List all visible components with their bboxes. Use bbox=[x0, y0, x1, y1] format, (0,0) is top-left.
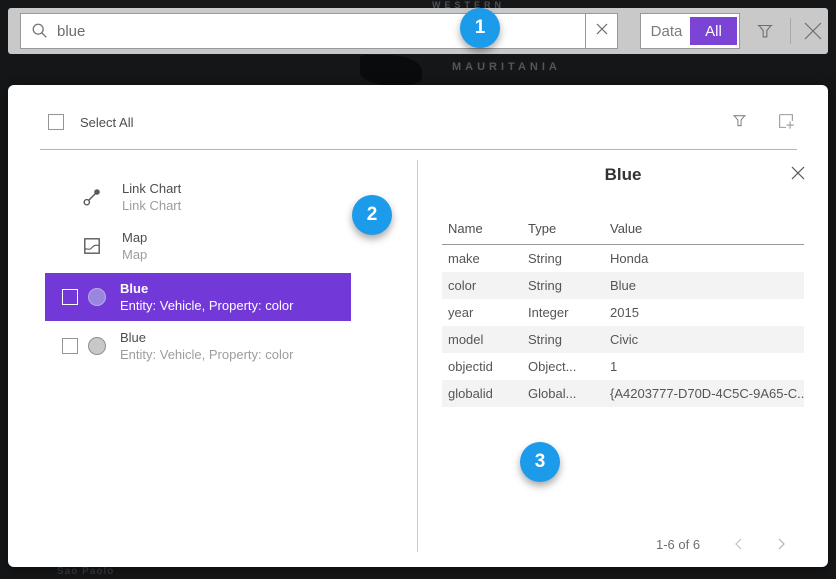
table-row: year Integer 2015 bbox=[442, 299, 804, 326]
table-row: model String Civic bbox=[442, 326, 804, 353]
result-text: Map Map bbox=[122, 229, 147, 263]
table-row: globalid Global... {A4203777-D70D-4C5C-9… bbox=[442, 380, 804, 407]
result-subtitle: Entity: Vehicle, Property: color bbox=[120, 297, 293, 314]
cell-type: Global... bbox=[522, 380, 604, 407]
result-subtitle: Link Chart bbox=[122, 197, 181, 214]
map-label-sao-paolo: Sao Paolo bbox=[57, 566, 114, 577]
cell-type: String bbox=[522, 326, 604, 353]
search-input[interactable] bbox=[57, 23, 585, 40]
pagination-next-button[interactable] bbox=[774, 537, 788, 556]
result-item-link-chart[interactable]: Link Chart Link Chart bbox=[45, 173, 351, 221]
toggle-option-data[interactable]: Data bbox=[643, 17, 690, 45]
result-subtitle: Map bbox=[122, 246, 147, 263]
cell-name: objectid bbox=[442, 353, 522, 380]
close-icon bbox=[790, 168, 806, 185]
annotation-badge-3: 3 bbox=[520, 442, 560, 482]
select-all-checkbox[interactable] bbox=[48, 114, 64, 130]
entity-dot-icon bbox=[88, 337, 106, 355]
result-title: Blue bbox=[120, 280, 293, 297]
entity-dot-icon bbox=[88, 288, 106, 306]
cell-type: String bbox=[522, 272, 604, 299]
cell-name: globalid bbox=[442, 380, 522, 407]
map-icon bbox=[82, 236, 102, 256]
result-title: Map bbox=[122, 229, 147, 246]
result-text: Blue Entity: Vehicle, Property: color bbox=[120, 280, 293, 314]
results-panel: Select All Link Chart Link Chart bbox=[8, 85, 828, 567]
map-label-mauritania: MAURITANIA bbox=[452, 61, 561, 73]
cell-value: 1 bbox=[604, 353, 804, 380]
table-header-row: Name Type Value bbox=[442, 213, 804, 245]
result-checkbox[interactable] bbox=[62, 338, 78, 354]
column-header-value: Value bbox=[604, 213, 804, 245]
cell-name: year bbox=[442, 299, 522, 326]
annotation-badge-1: 1 bbox=[460, 8, 500, 48]
toolbar-filter-button[interactable] bbox=[754, 20, 776, 47]
pagination-label: 1-6 of 6 bbox=[656, 537, 700, 552]
toggle-option-all[interactable]: All bbox=[690, 17, 737, 45]
column-header-type: Type bbox=[522, 213, 604, 245]
table-row: color String Blue bbox=[442, 272, 804, 299]
cell-value: Honda bbox=[604, 245, 804, 273]
annotation-badge-2: 2 bbox=[352, 195, 392, 235]
result-subtitle: Entity: Vehicle, Property: color bbox=[120, 346, 293, 363]
result-checkbox[interactable] bbox=[62, 289, 78, 305]
select-all-label: Select All bbox=[80, 115, 133, 130]
result-text: Blue Entity: Vehicle, Property: color bbox=[120, 329, 293, 363]
search-icon bbox=[31, 22, 49, 40]
table-row: objectid Object... 1 bbox=[442, 353, 804, 380]
detail-title: Blue bbox=[418, 165, 828, 185]
cell-type: String bbox=[522, 245, 604, 273]
cell-value: Civic bbox=[604, 326, 804, 353]
filter-icon bbox=[754, 29, 776, 46]
cell-value: 2015 bbox=[604, 299, 804, 326]
chevron-right-icon bbox=[774, 538, 788, 555]
pagination-prev-button[interactable] bbox=[732, 537, 746, 556]
close-icon bbox=[802, 29, 824, 46]
close-search-button[interactable] bbox=[802, 20, 824, 47]
map-landmass bbox=[360, 55, 422, 85]
cell-type: Integer bbox=[522, 299, 604, 326]
result-item-blue-selected[interactable]: Blue Entity: Vehicle, Property: color bbox=[45, 273, 351, 321]
cell-value: Blue bbox=[604, 272, 804, 299]
result-title: Link Chart bbox=[122, 180, 181, 197]
cell-type: Object... bbox=[522, 353, 604, 380]
result-text: Link Chart Link Chart bbox=[122, 180, 181, 214]
result-title: Blue bbox=[120, 329, 293, 346]
chevron-left-icon bbox=[732, 538, 746, 555]
clear-search-button[interactable] bbox=[585, 14, 617, 48]
cell-name: make bbox=[442, 245, 522, 273]
result-item-map[interactable]: Map Map bbox=[45, 222, 351, 270]
link-chart-icon bbox=[82, 187, 102, 207]
data-all-toggle: Data All bbox=[640, 13, 740, 49]
table-row: make String Honda bbox=[442, 245, 804, 273]
result-item-blue[interactable]: Blue Entity: Vehicle, Property: color bbox=[45, 322, 351, 370]
search-toolbar: Data All bbox=[8, 8, 828, 54]
app-window: WESTERN MAURITANIA Sao Paolo Data All bbox=[0, 0, 836, 579]
search-field[interactable] bbox=[20, 13, 618, 49]
detail-pane: Blue Name Type Value make bbox=[418, 85, 828, 567]
cell-name: color bbox=[442, 272, 522, 299]
column-header-name: Name bbox=[442, 213, 522, 245]
toolbar-divider bbox=[790, 18, 791, 44]
clear-icon bbox=[596, 22, 608, 40]
detail-close-button[interactable] bbox=[790, 165, 806, 186]
cell-value: {A4203777-D70D-4C5C-9A65-C... bbox=[604, 380, 804, 407]
cell-name: model bbox=[442, 326, 522, 353]
properties-table: Name Type Value make String Honda color … bbox=[442, 213, 804, 407]
